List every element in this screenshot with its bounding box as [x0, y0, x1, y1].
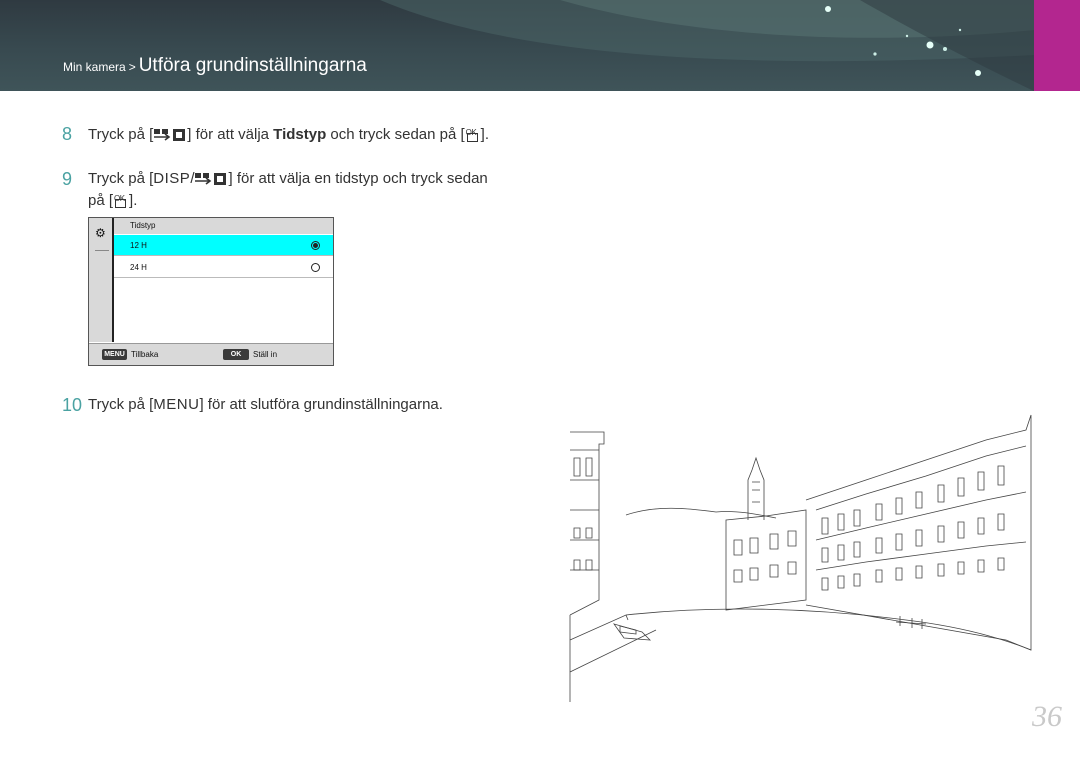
breadcrumb: Min kamera > Utföra grundinställningarna [63, 55, 367, 77]
step-text-part: Tryck på [ [88, 170, 154, 187]
menu-option-name: Tidstyp [273, 126, 327, 143]
step-text: Tryck på [MENU] för att slutföra grundin… [88, 395, 443, 415]
step-text-part: på [ [88, 192, 114, 209]
sidebar-divider [95, 250, 109, 251]
chapter-tab [1034, 0, 1080, 91]
canal-illustration [569, 414, 1032, 702]
screen-sidebar: ⚙ [89, 218, 114, 342]
radio-selected-icon [311, 241, 320, 250]
step-text-part: Tryck på [ [88, 126, 154, 143]
step-number: 8 [62, 124, 73, 144]
nav-arrows-icon [154, 129, 186, 142]
page-header: Min kamera > Utföra grundinställningarna [0, 0, 1080, 91]
step-text-part: ]. [129, 192, 138, 209]
breadcrumb-separator: > [128, 60, 136, 74]
step-text-line2: på [OK]. [88, 190, 137, 211]
camera-screen: ⚙ Tidstyp 12 H 24 H MENU Tillbaka OK Stä… [88, 217, 334, 366]
step-number: 10 [62, 395, 83, 415]
ok-button-icon: OK [465, 124, 481, 142]
disp-key-label: DISP [153, 170, 191, 187]
step-text-part: ] för att välja en tidstyp och tryck sed… [228, 170, 488, 187]
screen-titlebar: Tidstyp [114, 218, 333, 234]
page-title: Utföra grundinställningarna [138, 55, 367, 76]
option-24h[interactable]: 24 H [114, 257, 333, 278]
step-text-part: ] för att slutföra grundinställningarna. [199, 396, 443, 413]
ok-key-icon[interactable]: OK [223, 349, 249, 360]
gear-icon: ⚙ [95, 226, 106, 240]
breadcrumb-section[interactable]: Min kamera [63, 60, 126, 74]
header-swoosh-decoration [380, 0, 1034, 91]
radio-empty-icon [311, 263, 320, 272]
option-label: 12 H [130, 241, 147, 250]
screen-title: Tidstyp [130, 221, 156, 230]
step-number: 9 [62, 169, 73, 189]
step-text: Tryck på [DISP/] för att välja en tidsty… [88, 169, 488, 189]
ok-button-icon: OK [113, 190, 129, 208]
set-label: Ställ in [253, 350, 278, 359]
back-label: Tillbaka [131, 350, 159, 359]
option-12h[interactable]: 12 H [114, 235, 333, 256]
option-label: 24 H [130, 263, 147, 272]
step-text-part: och tryck sedan på [ [326, 126, 465, 143]
step-text-part: ] för att välja [187, 126, 274, 143]
menu-key-label: MENU [153, 396, 200, 413]
step-text: Tryck på [ ] för att välja Tidstyp och tr… [88, 124, 489, 145]
screen-footer: MENU Tillbaka OK Ställ in [89, 343, 333, 365]
nav-arrows-icon [195, 173, 227, 186]
page-number: 36 [1032, 700, 1062, 733]
menu-key-icon[interactable]: MENU [102, 349, 127, 360]
step-text-part: ]. [480, 126, 489, 143]
step-text-part: Tryck på [ [88, 396, 154, 413]
